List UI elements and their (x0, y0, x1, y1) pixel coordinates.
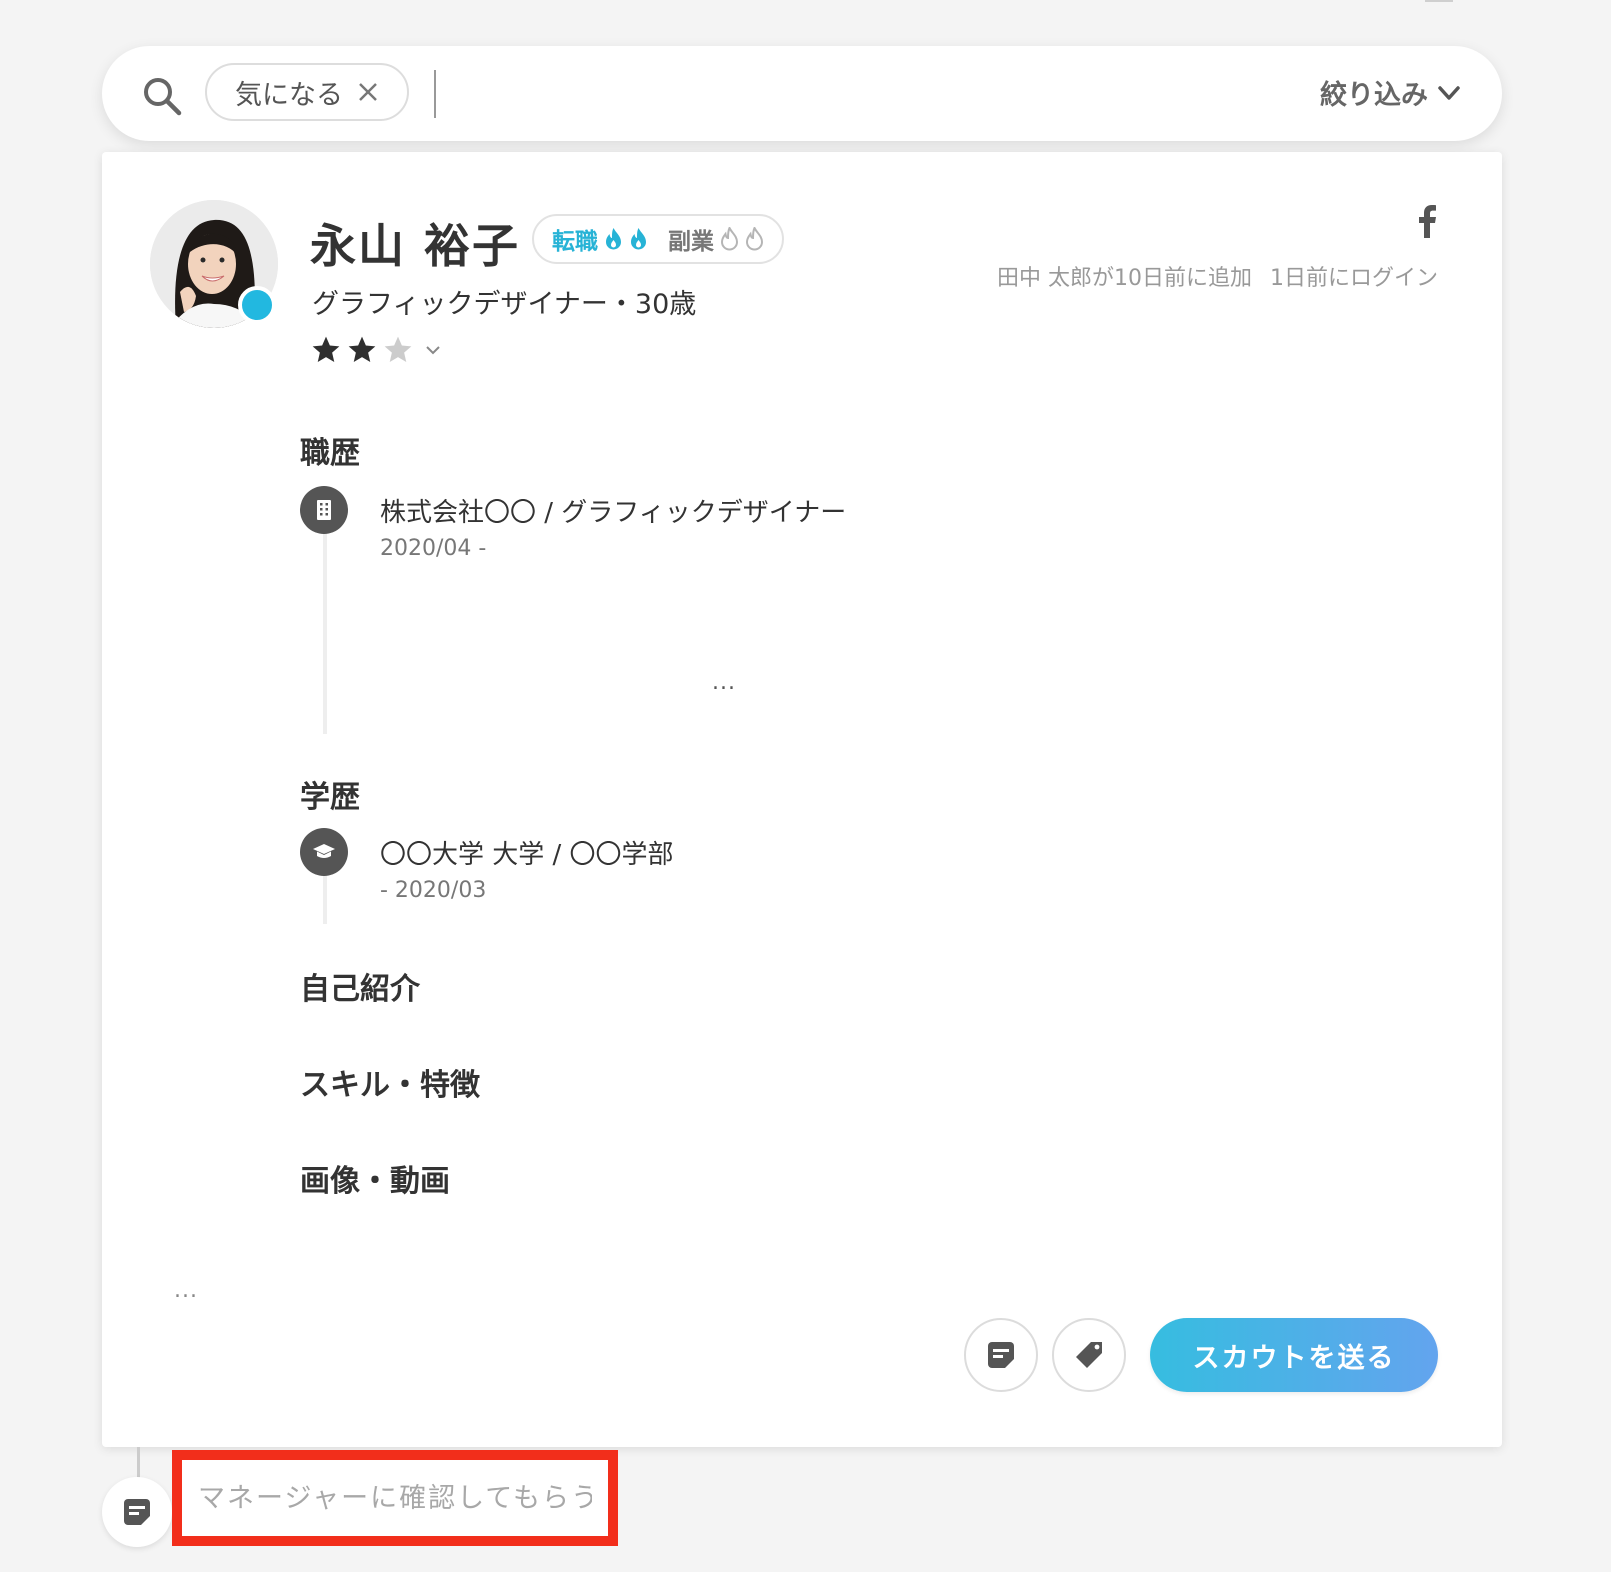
filter-chip-label: 気になる (235, 79, 343, 111)
added-by-text: 田中 太郎が10日前に追加 (997, 266, 1252, 291)
more-options-button[interactable]: ... (174, 1278, 198, 1303)
education-item-period: - 2020/03 (380, 878, 487, 903)
facebook-icon[interactable] (1416, 204, 1438, 238)
tag-icon (1076, 1342, 1102, 1368)
star-filled-icon[interactable] (310, 334, 342, 366)
filter-toggle-label: 絞り込み (1320, 80, 1428, 111)
star-empty-icon[interactable] (382, 334, 414, 366)
intent-badge: 転職 副業 (532, 214, 784, 264)
filter-chip[interactable]: 気になる (205, 63, 409, 121)
tag-button[interactable] (1052, 1318, 1126, 1392)
search-bar: 気になる 絞り込み (102, 46, 1502, 141)
profile-card: 永山 裕子 転職 副業 グラフィックデザイナー・30歳 田中 太郎が10日前に追… (102, 152, 1502, 1447)
graduation-cap-icon (313, 844, 335, 858)
star-filled-icon[interactable] (346, 334, 378, 366)
career-heading: 職歴 (300, 436, 360, 471)
flame-icon (631, 228, 646, 250)
career-item-title: 株式会社〇〇 / グラフィックデザイナー (380, 498, 847, 528)
memo-button[interactable] (964, 1318, 1038, 1392)
career-item-icon (300, 486, 348, 534)
activity-meta: 田中 太郎が10日前に追加 1日前にログイン (997, 260, 1438, 292)
online-status-dot (238, 286, 276, 324)
job-change-label: 転職 (552, 229, 598, 255)
self-intro-heading: 自己紹介 (300, 972, 420, 1007)
memo-input[interactable] (172, 1450, 618, 1546)
search-input-caret[interactable] (434, 70, 436, 118)
memo-icon (988, 1342, 1014, 1368)
education-heading: 学歴 (300, 780, 360, 815)
send-scout-button[interactable]: スカウトを送る (1150, 1318, 1438, 1392)
education-timeline-line (323, 876, 327, 924)
career-more-indicator[interactable]: ... (712, 670, 736, 695)
close-icon[interactable] (357, 81, 379, 103)
memo-avatar (102, 1477, 172, 1547)
education-item-title: 〇〇大学 大学 / 〇〇学部 (380, 840, 674, 870)
chevron-down-icon (1438, 85, 1460, 100)
memo-icon (124, 1499, 150, 1525)
flame-icon (606, 228, 621, 250)
top-corner-mark (1425, 0, 1453, 2)
candidate-subtitle: グラフィックデザイナー・30歳 (312, 289, 697, 320)
memo-connector-line (137, 1447, 140, 1479)
flame-outline-icon (745, 227, 764, 251)
education-item-icon (300, 828, 348, 876)
building-icon (317, 500, 331, 520)
media-heading: 画像・動画 (300, 1164, 450, 1199)
filter-toggle[interactable]: 絞り込み (1320, 73, 1462, 112)
rating-chevron-down-icon[interactable] (424, 341, 442, 359)
last-login-text: 1日前にログイン (1270, 266, 1438, 291)
search-icon[interactable] (140, 74, 184, 118)
candidate-name: 永山 裕子 (310, 219, 521, 273)
career-item-period: 2020/04 - (380, 536, 487, 561)
skills-heading: スキル・特徴 (300, 1068, 480, 1103)
career-timeline-line (323, 534, 327, 734)
rating-stars[interactable] (310, 334, 442, 366)
side-job-label: 副業 (668, 229, 714, 255)
flame-outline-icon (720, 227, 739, 251)
